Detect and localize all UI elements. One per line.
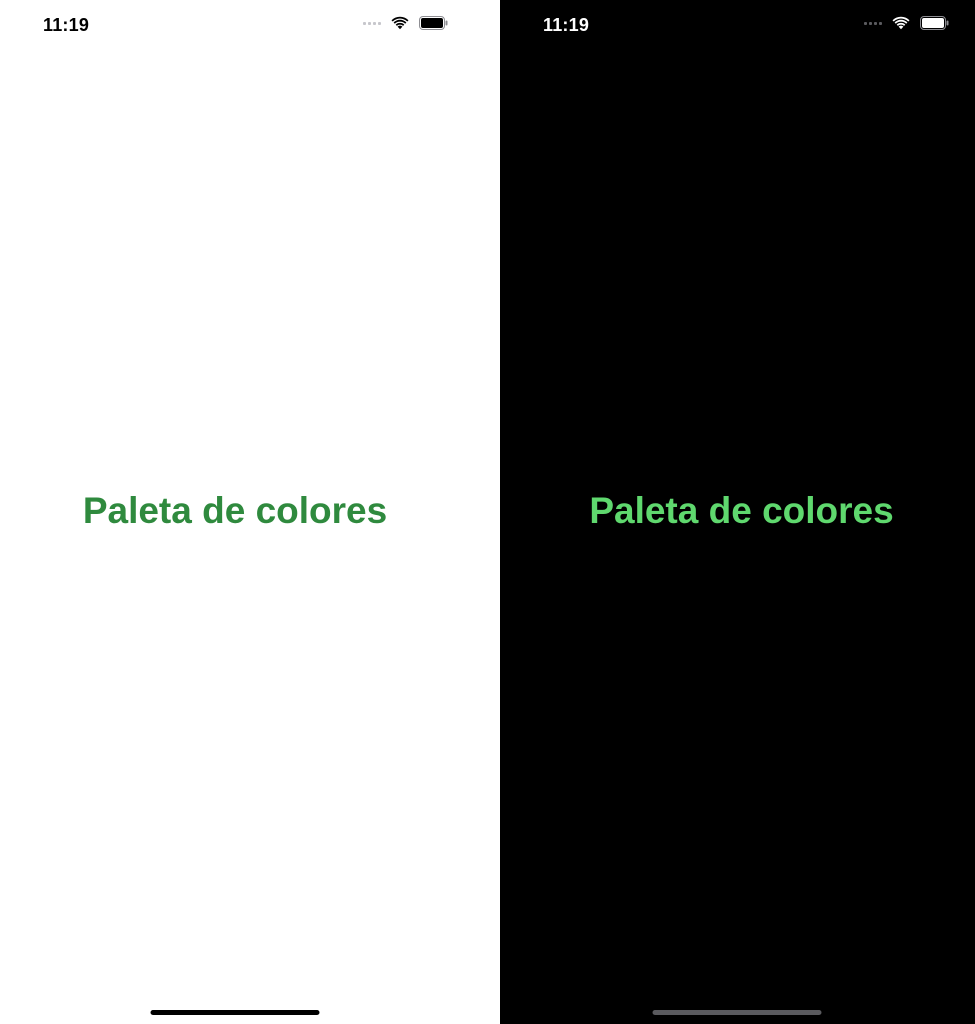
status-time: 11:19	[43, 15, 90, 35]
status-bar: 11:19	[0, 0, 500, 50]
wifi-icon	[892, 16, 910, 30]
status-icons	[363, 16, 448, 30]
home-indicator[interactable]	[652, 1010, 821, 1015]
palette-title: Paleta de colores	[589, 490, 894, 531]
battery-icon	[419, 16, 448, 30]
signal-icon	[363, 16, 381, 30]
battery-icon	[920, 16, 949, 30]
status-time: 11:19	[543, 15, 590, 35]
status-icons	[864, 16, 949, 30]
wifi-icon	[391, 16, 409, 30]
home-indicator[interactable]	[150, 1010, 320, 1015]
signal-icon	[864, 16, 882, 30]
palette-title: Paleta de colores	[82, 490, 388, 531]
status-bar: 11:19	[500, 0, 975, 50]
dark-mode-screen: 11:19 Paleta de colores	[500, 0, 975, 1024]
light-mode-screen: 11:19 Paleta de colores	[0, 0, 500, 1024]
